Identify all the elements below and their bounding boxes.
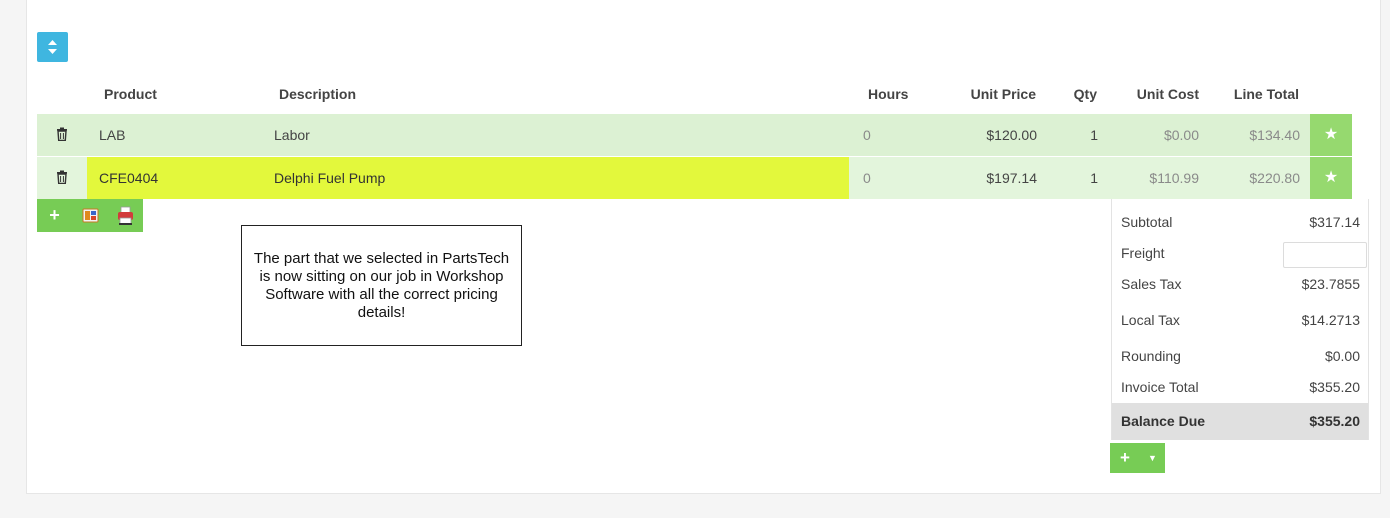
balance-due-row: Balance Due $355.20 bbox=[1112, 403, 1368, 440]
star-icon: ★ bbox=[1323, 169, 1339, 186]
trash-icon[interactable] bbox=[56, 127, 68, 144]
rounding-label: Rounding bbox=[1121, 348, 1181, 364]
plus-icon: + bbox=[49, 205, 60, 225]
table-row[interactable]: CFE0404 Delphi Fuel Pump 0 $197.14 1 $11… bbox=[37, 157, 1310, 199]
invoice-total-label: Invoice Total bbox=[1121, 379, 1199, 395]
catalog-icon bbox=[82, 208, 99, 223]
header-unit-price: Unit Price bbox=[970, 86, 1036, 102]
star-icon: ★ bbox=[1323, 126, 1339, 143]
header-product: Product bbox=[104, 86, 157, 102]
chevron-down-icon[interactable]: ▼ bbox=[1140, 443, 1165, 473]
line-description[interactable]: Delphi Fuel Pump bbox=[274, 170, 385, 186]
freight-label: Freight bbox=[1121, 245, 1165, 261]
highlighted-part-cells bbox=[87, 157, 849, 199]
line-unit-cost[interactable]: $110.99 bbox=[1109, 170, 1199, 186]
line-qty[interactable]: 1 bbox=[1057, 127, 1098, 143]
line-qty[interactable]: 1 bbox=[1057, 170, 1098, 186]
line-hours[interactable]: 0 bbox=[863, 170, 871, 186]
balance-due-value: $355.20 bbox=[1309, 413, 1360, 429]
line-hours[interactable]: 0 bbox=[863, 127, 871, 143]
add-payment-split-button[interactable]: + ▼ bbox=[1110, 443, 1165, 473]
table-row[interactable]: LAB Labor 0 $120.00 1 $0.00 $134.40 bbox=[37, 114, 1310, 156]
line-description[interactable]: Labor bbox=[274, 127, 310, 143]
sort-updown-icon bbox=[48, 40, 57, 54]
line-total: $134.40 bbox=[1249, 127, 1300, 143]
line-total: $220.80 bbox=[1249, 170, 1300, 186]
local-tax-value: $14.2713 bbox=[1301, 312, 1360, 328]
header-qty: Qty bbox=[1073, 86, 1097, 102]
rounding-value: $0.00 bbox=[1324, 348, 1360, 364]
print-button[interactable] bbox=[108, 199, 143, 232]
favorite-button[interactable]: ★ bbox=[1310, 114, 1352, 156]
header-hours: Hours bbox=[868, 86, 909, 102]
invoice-total-value: $355.20 bbox=[1309, 379, 1360, 395]
line-unit-price[interactable]: $197.14 bbox=[937, 170, 1037, 186]
annotation-callout: The part that we selected in PartsTech i… bbox=[241, 225, 522, 346]
balance-due-label: Balance Due bbox=[1121, 413, 1206, 429]
header-line-total: Line Total bbox=[1233, 86, 1299, 102]
partstech-button[interactable] bbox=[73, 199, 108, 232]
local-tax-label: Local Tax bbox=[1121, 312, 1180, 328]
favorite-button[interactable]: ★ bbox=[1310, 157, 1352, 199]
subtotal-value: $317.14 bbox=[1309, 214, 1360, 230]
line-unit-cost[interactable]: $0.00 bbox=[1109, 127, 1199, 143]
sales-tax-value: $23.7855 bbox=[1301, 276, 1360, 292]
product-code[interactable]: LAB bbox=[99, 127, 125, 143]
product-code[interactable]: CFE0404 bbox=[99, 170, 158, 186]
line-actions: + bbox=[37, 199, 143, 232]
add-line-button[interactable]: + bbox=[37, 199, 72, 232]
totals-panel: Subtotal $317.14 Freight Sales Tax $23.7… bbox=[1111, 199, 1369, 440]
subtotal-label: Subtotal bbox=[1121, 214, 1173, 230]
printer-icon bbox=[118, 206, 133, 225]
trash-icon[interactable] bbox=[56, 170, 68, 187]
freight-input[interactable] bbox=[1283, 242, 1367, 268]
header-description: Description bbox=[279, 86, 357, 102]
header-unit-cost: Unit Cost bbox=[1136, 86, 1199, 102]
plus-icon[interactable]: + bbox=[1110, 443, 1140, 473]
sales-tax-label: Sales Tax bbox=[1121, 276, 1182, 292]
sort-button[interactable] bbox=[37, 32, 68, 62]
line-unit-price[interactable]: $120.00 bbox=[937, 127, 1037, 143]
